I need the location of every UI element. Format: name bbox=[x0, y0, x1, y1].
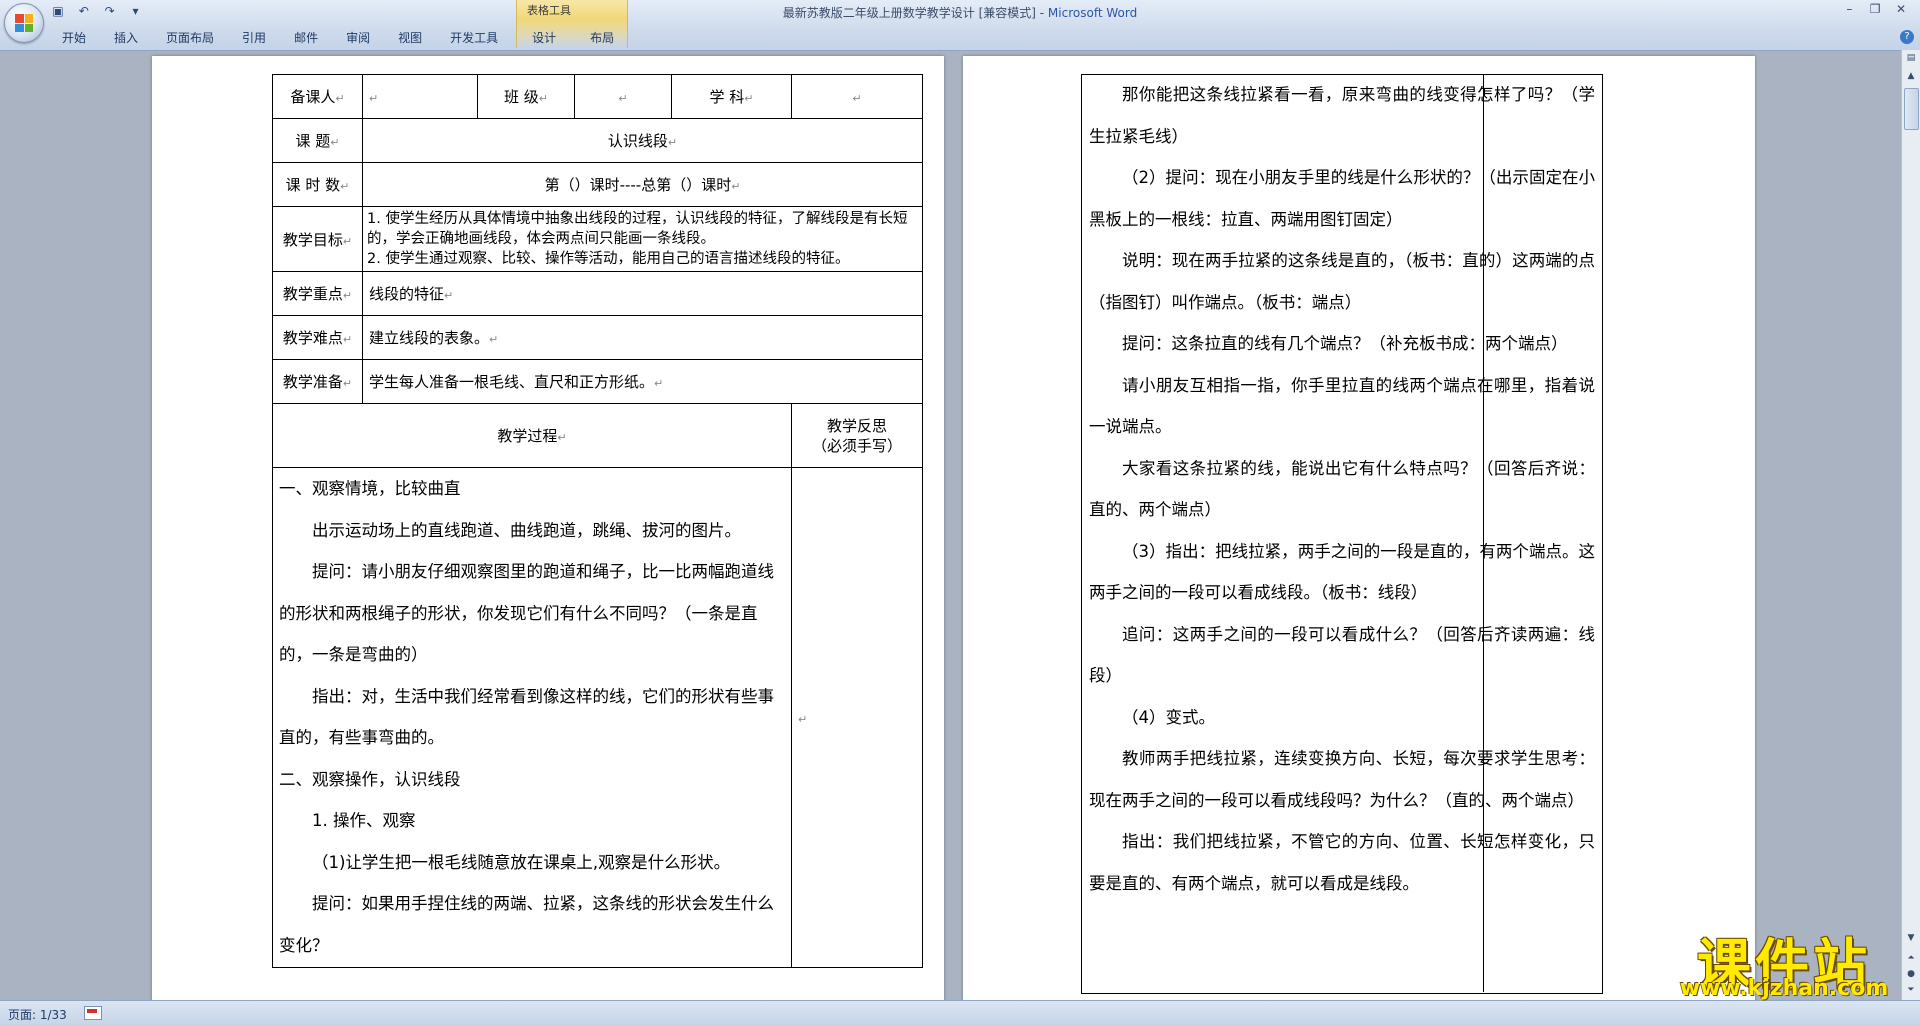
process-paragraph: 请小朋友互相指一指，你手里拉直的线两个端点在哪里，指着说一说端点。 bbox=[1089, 375, 1595, 437]
scroll-up-icon[interactable]: ▲ bbox=[1902, 68, 1920, 84]
preparer-value[interactable]: ↵ bbox=[362, 74, 478, 119]
vertical-scrollbar[interactable]: ▤ ▲ ▼ ⏶ ● ⏷ bbox=[1901, 50, 1920, 1000]
watermark-url: www.kjzhan.com bbox=[1679, 976, 1889, 1001]
class-label: 班 级↵ bbox=[477, 74, 575, 119]
process-paragraph: 说明：现在两手拉紧的这条线是直的，（板书：直的）这两端的点（指图钉）叫作端点。（… bbox=[1089, 251, 1595, 312]
page-count[interactable]: 页面: 1/33 bbox=[8, 1006, 67, 1023]
process-paragraph: 二、观察操作，认识线段 bbox=[279, 769, 461, 789]
window-controls: – ❐ ✕ bbox=[1838, 2, 1912, 16]
scroll-thumb[interactable] bbox=[1904, 88, 1919, 130]
next-page-icon[interactable]: ⏷ bbox=[1902, 982, 1920, 998]
tab-developer[interactable]: 开发工具 bbox=[436, 28, 512, 48]
tab-layout[interactable]: 布局 bbox=[576, 28, 628, 48]
class-value[interactable]: ↵ bbox=[574, 74, 672, 119]
tab-view[interactable]: 视图 bbox=[384, 28, 436, 48]
document-name: 最新苏教版二年级上册数学教学设计 [兼容模式] - bbox=[782, 6, 1048, 20]
process-paragraph: （4）变式。 bbox=[1122, 707, 1215, 727]
goals-label: 教学目标↵ bbox=[272, 206, 363, 272]
title-bar: ▣ ↶ ↷ ▾ 表格工具 最新苏教版二年级上册数学教学设计 [兼容模式] - M… bbox=[0, 0, 1920, 51]
difficulty-value[interactable]: 建立线段的表象。↵ bbox=[362, 315, 923, 360]
goal-item: 2. 使学生通过观察、比较、操作等活动，能用自己的语言描述线段的特征。 bbox=[367, 251, 850, 267]
ruler-toggle-icon[interactable]: ▤ bbox=[1902, 50, 1920, 66]
process-paragraph: 教师两手把线拉紧，连续变换方向、长短，每次要求学生思考：现在两手之间的一段可以看… bbox=[1089, 749, 1595, 810]
prep-label: 教学准备↵ bbox=[272, 359, 363, 404]
select-browse-object-icon[interactable]: ● bbox=[1902, 966, 1920, 982]
goals-value[interactable]: 1. 使学生经历从具体情境中抽象出线段的过程，认识线段的特征，了解线段是有长短的… bbox=[362, 206, 923, 272]
subject-label: 学 科↵ bbox=[671, 74, 792, 119]
process-paragraph: 1. 操作、观察 bbox=[312, 811, 416, 830]
topic-label: 课 题↵ bbox=[272, 118, 363, 163]
app-name: Microsoft Word bbox=[1047, 6, 1138, 20]
process-header: 教学过程↵ bbox=[272, 403, 792, 468]
focus-label: 教学重点↵ bbox=[272, 271, 363, 316]
prep-value[interactable]: 学生每人准备一根毛线、直尺和正方形纸。↵ bbox=[362, 359, 923, 404]
scroll-down-icon[interactable]: ▼ bbox=[1902, 930, 1920, 946]
difficulty-label: 教学难点↵ bbox=[272, 315, 363, 360]
subject-value[interactable]: ↵ bbox=[791, 74, 923, 119]
process-paragraph: 提问：这条拉直的线有几个端点？（补充板书成：两个端点） bbox=[1122, 334, 1568, 353]
tab-page-layout[interactable]: 页面布局 bbox=[152, 28, 228, 48]
ribbon-tabs: 开始 插入 页面布局 引用 邮件 审阅 视图 开发工具 设计 布局 bbox=[48, 28, 628, 48]
process-paragraph: 提问：如果用手捏住线的两端、拉紧，这条线的形状会发生什么变化？ bbox=[279, 894, 774, 955]
process-paragraph: （3）指出：把线拉紧，两手之间的一段是直的，有两个端点。这两手之间的一段可以看成… bbox=[1089, 541, 1595, 603]
reflection-header: 教学反思 （必须手写） bbox=[791, 403, 923, 468]
process-content[interactable]: 一、观察情境，比较曲直 出示运动场上的直线跑道、曲线跑道，跳绳、拔河的图片。 提… bbox=[272, 467, 792, 968]
tab-review[interactable]: 审阅 bbox=[332, 28, 384, 48]
window-title: 最新苏教版二年级上册数学教学设计 [兼容模式] - Microsoft Word bbox=[0, 4, 1920, 21]
hours-label: 课 时 数↵ bbox=[272, 162, 363, 207]
tab-insert[interactable]: 插入 bbox=[100, 28, 152, 48]
process-paragraph: 一、观察情境，比较曲直 bbox=[279, 479, 461, 498]
tab-references[interactable]: 引用 bbox=[228, 28, 280, 48]
status-bar: 页面: 1/33 bbox=[0, 1000, 1920, 1026]
process-paragraph: 那你能把这条线拉紧看一看，原来弯曲的线变得怎样了吗？（学生拉紧毛线） bbox=[1089, 85, 1595, 146]
previous-page-icon[interactable]: ⏶ bbox=[1902, 950, 1920, 966]
reflection-cell[interactable]: ↵ bbox=[791, 467, 923, 968]
proofing-icon[interactable] bbox=[84, 1006, 102, 1020]
process-paragraph: 出示运动场上的直线跑道、曲线跑道，跳绳、拔河的图片。 bbox=[312, 520, 741, 540]
document-page-1: 备课人↵ ↵ 班 级↵ ↵ 学 科↵ ↵ 课 题↵ 认识线段↵ 课 时 数↵ 第… bbox=[152, 56, 944, 1011]
process-paragraph: 指出：对，生活中我们经常看到像这样的线，它们的形状有些事直的，有些事弯曲的。 bbox=[279, 686, 774, 748]
lesson-plan-table: 备课人↵ ↵ 班 级↵ ↵ 学 科↵ ↵ 课 题↵ 认识线段↵ 课 时 数↵ 第… bbox=[272, 74, 923, 968]
tab-home[interactable]: 开始 bbox=[48, 28, 100, 48]
topic-value[interactable]: 认识线段↵ bbox=[362, 118, 923, 163]
tab-design[interactable]: 设计 bbox=[512, 28, 576, 48]
preparer-label: 备课人↵ bbox=[272, 74, 363, 119]
process-paragraph: 提问：请小朋友仔细观察图里的跑道和绳子，比一比两幅跑道线的形状和两根绳子的形状，… bbox=[279, 562, 774, 664]
process-paragraph: 大家看这条拉紧的线，能说出它有什么特点吗？（回答后齐说：直的、两个端点） bbox=[1089, 458, 1595, 520]
document-page-2: 那你能把这条线拉紧看一看，原来弯曲的线变得怎样了吗？（学生拉紧毛线） （2）提问… bbox=[963, 56, 1755, 1011]
continued-process-content[interactable]: 那你能把这条线拉紧看一看，原来弯曲的线变得怎样了吗？（学生拉紧毛线） （2）提问… bbox=[1089, 74, 1595, 904]
maximize-button[interactable]: ❐ bbox=[1864, 2, 1886, 16]
watermark-logo: 课件站 www.kjzhan.com bbox=[1664, 920, 1904, 1001]
process-paragraph: 追问：这两手之间的一段可以看成什么？（回答后齐读两遍：线段） bbox=[1089, 624, 1595, 686]
tab-mailings[interactable]: 邮件 bbox=[280, 28, 332, 48]
process-paragraph: 指出：我们把线拉紧，不管它的方向、位置、长短怎样变化，只要是直的、有两个端点，就… bbox=[1089, 832, 1595, 893]
help-icon[interactable]: ? bbox=[1900, 30, 1914, 44]
focus-value[interactable]: 线段的特征↵ bbox=[362, 271, 923, 316]
minimize-button[interactable]: – bbox=[1838, 2, 1860, 16]
process-paragraph: （2）提问：现在小朋友手里的线是什么形状的？（出示固定在小黑板上的一根线：拉直、… bbox=[1089, 168, 1595, 229]
close-button[interactable]: ✕ bbox=[1890, 2, 1912, 16]
goal-item: 1. 使学生经历从具体情境中抽象出线段的过程，认识线段的特征，了解线段是有长短的… bbox=[367, 211, 908, 247]
hours-value[interactable]: 第（）课时----总第（）课时↵ bbox=[362, 162, 923, 207]
process-paragraph: （1)让学生把一根毛线随意放在课桌上,观察是什么形状。 bbox=[312, 852, 731, 872]
